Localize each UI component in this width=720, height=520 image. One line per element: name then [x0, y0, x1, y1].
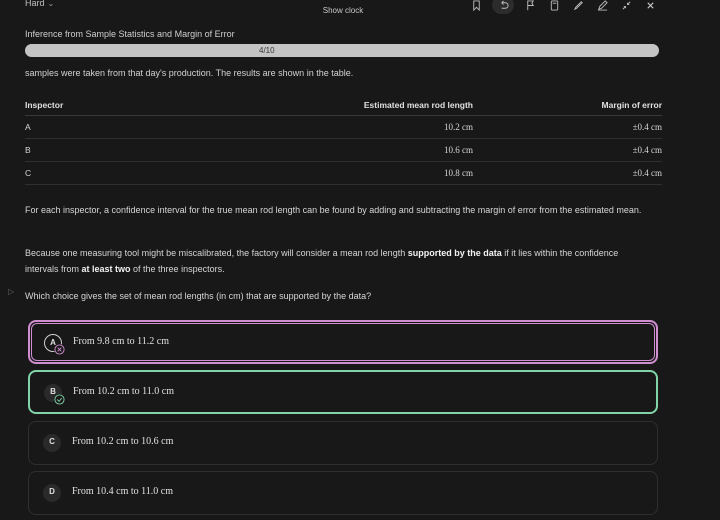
choice-d[interactable]: D From 10.4 cm to 11.0 cm: [28, 471, 658, 515]
choice-text: From 9.8 cm to 11.2 cm: [73, 336, 170, 347]
correct-check-icon: [54, 394, 65, 405]
close-icon[interactable]: [642, 0, 658, 12]
choice-text: From 10.4 cm to 11.0 cm: [72, 486, 174, 497]
flag-icon[interactable]: [522, 0, 538, 12]
choice-letter: C: [43, 434, 61, 452]
data-table: Inspector Estimated mean rod length Marg…: [25, 94, 662, 185]
pen-icon[interactable]: [594, 0, 610, 12]
side-expand-icon[interactable]: ▷: [8, 287, 14, 296]
question-prompt: Which choice gives the set of mean rod l…: [25, 291, 372, 301]
cell-inspector: C: [25, 168, 32, 178]
cell-mean: 10.2 cm: [444, 122, 473, 132]
cell-inspector: B: [25, 145, 31, 155]
cell-mean: 10.6 cm: [444, 145, 473, 155]
header-margin: Margin of error: [601, 100, 662, 110]
calculator-icon[interactable]: [546, 0, 562, 12]
para2-bold-at-least-two: at least two: [81, 264, 131, 274]
choice-b[interactable]: B From 10.2 cm to 11.0 cm: [28, 370, 658, 414]
bookmark-icon[interactable]: [468, 0, 484, 12]
highlighter-icon[interactable]: [570, 0, 586, 12]
choice-text: From 10.2 cm to 11.0 cm: [73, 386, 175, 397]
paragraph-supported-definition: Because one measuring tool might be misc…: [25, 245, 645, 277]
cell-margin: ±0.4 cm: [632, 145, 662, 155]
question-intro: samples were taken from that day's produ…: [25, 68, 354, 78]
table-row: B 10.6 cm ±0.4 cm: [25, 139, 662, 162]
para2-bold-supported: supported by the data: [407, 248, 502, 258]
progress-bar: [25, 44, 659, 57]
choice-letter: D: [43, 484, 61, 502]
cell-inspector: A: [25, 122, 31, 132]
choice-a[interactable]: A From 9.8 cm to 11.2 cm: [28, 320, 658, 364]
cell-mean: 10.8 cm: [444, 168, 473, 178]
table-row: C 10.8 cm ±0.4 cm: [25, 162, 662, 185]
header-mean: Estimated mean rod length: [363, 100, 473, 110]
para2-part-a: Because one measuring tool might be misc…: [25, 248, 408, 258]
top-bar: Hard ⌄ Show clock: [0, 0, 720, 18]
toolbar: [468, 0, 658, 14]
undo-icon[interactable]: [492, 0, 514, 14]
cell-margin: ±0.4 cm: [632, 122, 662, 132]
choice-text: From 10.2 cm to 10.6 cm: [72, 436, 174, 447]
cell-margin: ±0.4 cm: [632, 168, 662, 178]
table-row: A 10.2 cm ±0.4 cm: [25, 116, 662, 139]
header-inspector: Inspector: [25, 100, 64, 110]
paragraph-confidence-interval: For each inspector, a confidence interva…: [25, 205, 642, 215]
section-title: Inference from Sample Statistics and Mar…: [25, 29, 235, 39]
choice-c[interactable]: C From 10.2 cm to 10.6 cm: [28, 421, 658, 465]
progress-label: 4/10: [259, 46, 275, 55]
incorrect-x-icon: [54, 344, 65, 355]
para2-part-e: of the three inspectors.: [130, 264, 225, 274]
table-header: Inspector Estimated mean rod length Marg…: [25, 94, 662, 116]
collapse-icon[interactable]: [618, 0, 634, 12]
